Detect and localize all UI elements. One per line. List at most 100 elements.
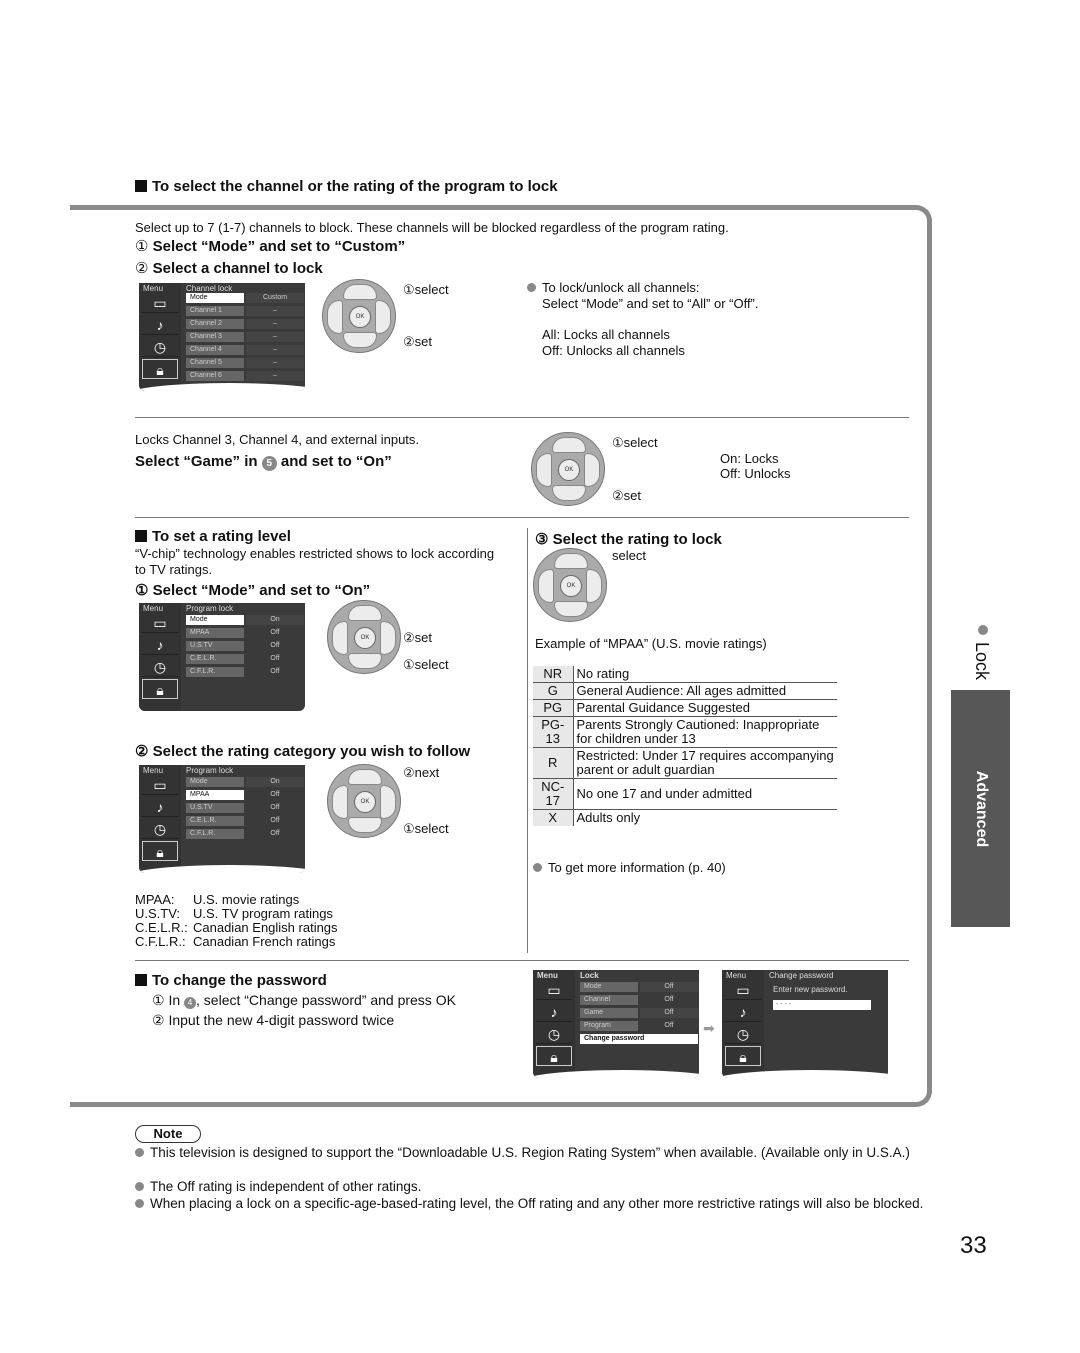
- mpaa-rating-table: NR No rating G General Audience: All ages …: [533, 666, 837, 826]
- note-label: Note: [135, 1125, 201, 1143]
- table-row: NR No rating: [533, 666, 837, 683]
- lock-icon: 🔒︎: [142, 679, 178, 699]
- picture-icon: ▭: [536, 980, 572, 1000]
- menu-row[interactable]: Mode Off: [580, 982, 698, 992]
- square-bullet-icon: [135, 974, 147, 986]
- table-row: PG-13 Parents Strongly Cautioned: Inappro…: [533, 716, 837, 748]
- menu-row[interactable]: C.F.L.R. Off: [186, 667, 304, 677]
- more-info: To get more information (p. 40): [533, 860, 726, 876]
- arrow-right-icon: ➡: [703, 1020, 715, 1036]
- change-password-menu: Menu ▭ ♪ ◷ 🔒︎ Change password Enter new …: [722, 970, 888, 1078]
- lock-all-tip: To lock/unlock all channels: Select “Mod…: [527, 280, 759, 359]
- bullet-icon: [978, 625, 988, 635]
- lock-icon: 🔒︎: [536, 1046, 572, 1066]
- audio-icon: ♪: [725, 1002, 761, 1022]
- game-heading: Select “Game” in 5 and set to “On”: [135, 453, 392, 471]
- lock-icon: 🔒︎: [142, 841, 178, 861]
- program-lock-menu-1: Menu ▭ ♪ ◷ 🔒︎ Program lock Mode On MPAA Of…: [139, 603, 305, 711]
- menu-row[interactable]: Channel 4–: [186, 345, 304, 355]
- menu-row[interactable]: Channel 5–: [186, 358, 304, 368]
- program-lock-menu-2: Menu ▭ ♪ ◷ 🔒︎ Program lock Mode On MPAA Of…: [139, 765, 305, 873]
- menu-row[interactable]: Mode Custom: [186, 293, 304, 303]
- remote-dpad[interactable]: OK: [322, 279, 396, 353]
- lock-menu: Menu ▭ ♪ ◷ 🔒︎ Lock Mode Off Channel Off Ga…: [533, 970, 699, 1078]
- picture-icon: ▭: [725, 980, 761, 1000]
- topic-label: Lock: [972, 642, 992, 681]
- note-item: This television is designed to support t…: [135, 1145, 935, 1161]
- ok-button[interactable]: OK: [560, 575, 582, 597]
- timer-icon: ◷: [142, 657, 178, 677]
- menu-row[interactable]: Channel Off: [580, 995, 698, 1005]
- menu-row[interactable]: Mode On: [186, 777, 304, 787]
- callout-select: ①select: [403, 821, 449, 836]
- menu-row[interactable]: C.E.L.R. Off: [186, 816, 304, 826]
- table-row: G General Audience: All ages admitted: [533, 682, 837, 700]
- remote-dpad[interactable]: OK: [531, 432, 605, 506]
- rating-heading: To set a rating level: [135, 528, 291, 545]
- picture-icon: ▭: [142, 775, 178, 795]
- page-number: 33: [960, 1232, 987, 1259]
- ok-button[interactable]: OK: [354, 627, 376, 649]
- ok-button[interactable]: OK: [558, 459, 580, 481]
- rating-desc: “V-chip” technology enables restricted s…: [135, 546, 495, 577]
- callout-select: ①select: [403, 282, 449, 297]
- lock-icon: 🔒︎: [725, 1046, 761, 1066]
- square-bullet-icon: [135, 530, 147, 542]
- table-row: R Restricted: Under 17 requires accompany…: [533, 747, 837, 779]
- password-input[interactable]: - - - -: [773, 1000, 871, 1010]
- remote-dpad[interactable]: OK: [327, 600, 401, 674]
- rating-example-label: Example of “MPAA” (U.S. movie ratings): [535, 636, 767, 651]
- timer-icon: ◷: [142, 337, 178, 357]
- menu-row[interactable]: C.E.L.R. Off: [186, 654, 304, 664]
- rating-legend: MPAA: U.S. movie ratings U.S.TV: U.S. TV p…: [135, 892, 338, 949]
- rating-step2: ② Select the rating category you wish to…: [135, 743, 471, 760]
- callout-set: ②set: [403, 630, 432, 645]
- menu-row[interactable]: U.S.TV Off: [186, 803, 304, 813]
- divider: [135, 960, 909, 961]
- menu-row[interactable]: Mode On: [186, 615, 304, 625]
- bullet-icon: [135, 1182, 144, 1191]
- change-password-item[interactable]: Change password: [580, 1034, 698, 1044]
- audio-icon: ♪: [142, 315, 178, 335]
- audio-icon: ♪: [142, 635, 178, 655]
- menu-row[interactable]: U.S.TV Off: [186, 641, 304, 651]
- picture-icon: ▭: [142, 613, 178, 633]
- ok-button[interactable]: OK: [349, 306, 371, 328]
- menu-row[interactable]: MPAA Off: [186, 628, 304, 638]
- section-tab: Advanced: [951, 690, 1010, 927]
- off-desc: Off: Unlocks: [720, 466, 791, 481]
- bullet-icon: [527, 283, 536, 292]
- menu-row[interactable]: Program Off: [580, 1021, 698, 1031]
- callout-next: ②next: [403, 765, 440, 780]
- password-step2: ② Input the new 4-digit password twice: [152, 1012, 395, 1028]
- menu-row[interactable]: Channel 3–: [186, 332, 304, 342]
- divider: [135, 517, 909, 518]
- remote-dpad[interactable]: OK: [327, 764, 401, 838]
- callout-select: select: [612, 548, 646, 563]
- password-prompt: Enter new password.: [773, 985, 848, 994]
- note-item: When placing a lock on a specific-age-ba…: [135, 1196, 935, 1212]
- menu-row[interactable]: Channel 1–: [186, 306, 304, 316]
- step-number-badge: 4: [184, 997, 197, 1009]
- divider: [135, 417, 909, 418]
- callout-select: ①select: [403, 657, 449, 672]
- menu-row[interactable]: Channel 6–: [186, 371, 304, 381]
- channel-lock-menu: Menu ▭ ♪ ◷ 🔒︎ Channel lock Mode Custom Ch…: [139, 283, 305, 391]
- picture-icon: ▭: [142, 293, 178, 313]
- menu-row[interactable]: Channel 2–: [186, 319, 304, 329]
- menu-row[interactable]: C.F.L.R. Off: [186, 829, 304, 839]
- channel-intro: Select up to 7 (1-7) channels to block. …: [135, 220, 729, 235]
- menu-row[interactable]: MPAA Off: [186, 790, 304, 800]
- column-divider: [527, 528, 528, 953]
- bullet-icon: [135, 1199, 144, 1208]
- channel-step2: ② Select a channel to lock: [135, 260, 323, 277]
- menu-row[interactable]: Game Off: [580, 1008, 698, 1018]
- channel-step1: ① Select “Mode” and set to “Custom”: [135, 238, 406, 255]
- step-number-badge: 5: [261, 456, 277, 471]
- timer-icon: ◷: [725, 1024, 761, 1044]
- table-row: PG Parental Guidance Suggested: [533, 699, 837, 717]
- ok-button[interactable]: OK: [354, 791, 376, 813]
- callout-select: ①select: [612, 435, 658, 450]
- remote-dpad[interactable]: OK: [533, 548, 607, 622]
- lock-icon: 🔒︎: [142, 359, 178, 379]
